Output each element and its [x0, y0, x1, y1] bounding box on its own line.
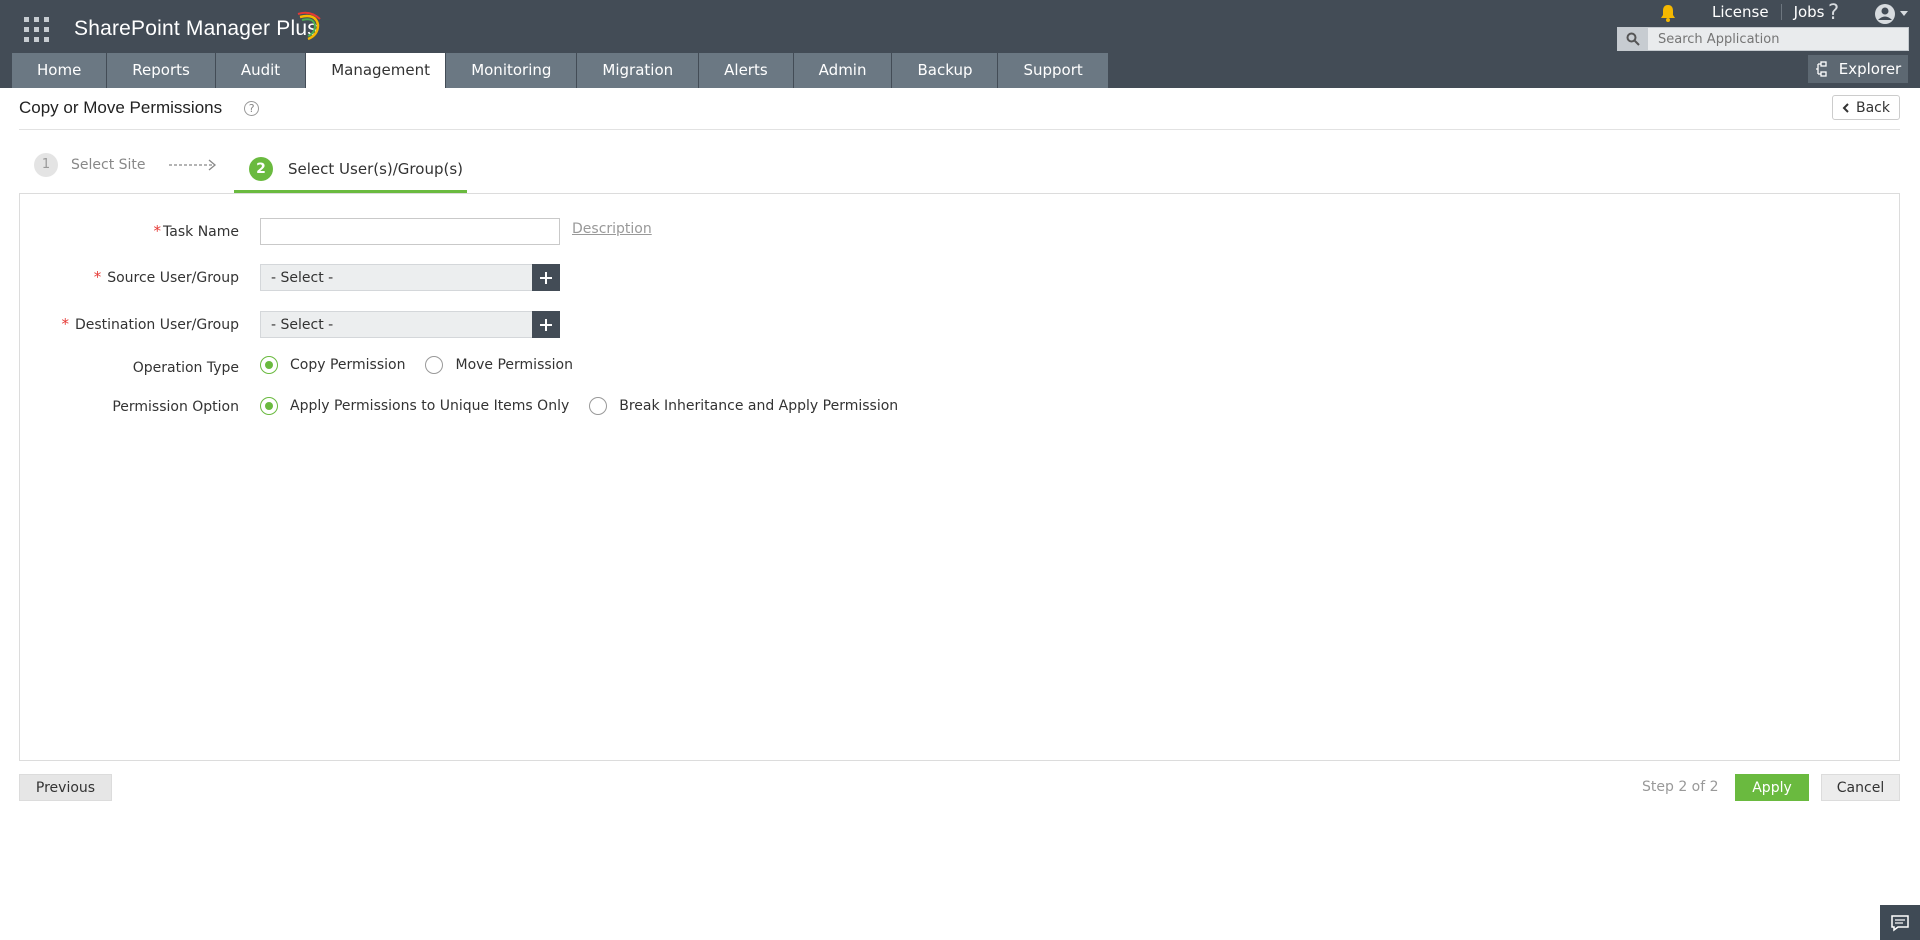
tab-monitoring[interactable]: Monitoring [446, 53, 577, 88]
source-label: * Source User/Group [93, 268, 239, 286]
apply-unique-radio[interactable]: Apply Permissions to Unique Items Only [260, 397, 569, 415]
header-divider [19, 129, 1900, 130]
add-source-button[interactable] [532, 264, 560, 291]
move-permission-radio[interactable]: Move Permission [425, 356, 573, 374]
help-icon[interactable]: ? [1828, 0, 1839, 24]
back-button[interactable]: Back [1832, 95, 1900, 120]
explorer-label: Explorer [1838, 60, 1902, 78]
chat-icon[interactable] [1880, 905, 1920, 940]
search-input[interactable] [1648, 28, 1908, 50]
add-destination-button[interactable] [532, 311, 560, 338]
radio-indicator[interactable] [589, 397, 608, 415]
step-number: 1 [34, 153, 58, 177]
top-header: SharePoint Manager Plus License Jobs ? H… [0, 0, 1920, 88]
permission-option-label: Permission Option [112, 399, 239, 415]
step-number: 2 [249, 157, 273, 181]
description-link[interactable]: Description [572, 221, 652, 237]
step-info: Step 2 of 2 [1642, 779, 1719, 795]
plus-icon [540, 318, 552, 331]
copy-permission-radio[interactable]: Copy Permission [260, 356, 405, 374]
task-name-input[interactable] [260, 218, 560, 245]
explorer-button[interactable]: Explorer [1808, 55, 1908, 83]
task-name-label: * Task Name [153, 222, 239, 240]
required-mark: * [61, 315, 69, 333]
license-link[interactable]: License [1700, 4, 1782, 20]
tab-backup[interactable]: Backup [892, 53, 998, 88]
step-arrow-icon [169, 159, 217, 171]
main-nav: Home Reports Audit Management Monitoring… [12, 53, 1109, 88]
step-select-users[interactable]: 2 Select User(s)/Group(s) [234, 148, 467, 193]
page-title: Copy or Move Permissions [19, 98, 223, 117]
page-help-icon[interactable]: ? [244, 100, 260, 116]
brand-swirl-icon [297, 11, 321, 41]
tab-alerts[interactable]: Alerts [699, 53, 793, 88]
back-label: Back [1856, 99, 1890, 116]
required-mark: * [153, 222, 162, 240]
app-brand[interactable]: SharePoint Manager Plus [74, 17, 318, 41]
cancel-button[interactable]: Cancel [1821, 774, 1900, 801]
radio-indicator[interactable] [425, 356, 444, 374]
page-header: Copy or Move Permissions ? [19, 93, 260, 123]
tab-reports[interactable]: Reports [107, 53, 215, 88]
previous-button[interactable]: Previous [19, 774, 112, 801]
step-label: Select Site [71, 157, 146, 173]
user-avatar-icon[interactable] [1872, 2, 1910, 26]
tab-admin[interactable]: Admin [793, 53, 892, 88]
search-icon[interactable] [1618, 28, 1648, 50]
search-box [1617, 27, 1909, 51]
destination-select[interactable]: - Select - [260, 311, 560, 338]
back-chevron-icon [1842, 102, 1849, 113]
plus-icon [540, 271, 552, 284]
tab-support[interactable]: Support [998, 53, 1108, 88]
step-select-site[interactable]: 1 Select Site [34, 153, 146, 177]
operation-type-group: Copy Permission Move Permission [260, 356, 593, 374]
required-mark: * [93, 268, 102, 286]
wizard-steps: 1 Select Site 2 Select User(s)/Group(s) [19, 148, 489, 193]
top-links: License Jobs [1700, 2, 1837, 22]
source-select-value: - Select - [271, 269, 334, 286]
tab-audit[interactable]: Audit [215, 53, 306, 88]
form-panel: * Task Name Description * Source User/Grou… [19, 193, 1900, 761]
permission-option-group: Apply Permissions to Unique Items Only B… [260, 397, 918, 415]
destination-select-value: - Select - [271, 316, 334, 333]
apps-grid-icon[interactable] [24, 17, 49, 42]
apply-button[interactable]: Apply [1735, 774, 1809, 801]
source-select[interactable]: - Select - [260, 264, 560, 291]
tab-home[interactable]: Home [12, 53, 107, 88]
step-label: Select User(s)/Group(s) [288, 160, 463, 178]
bell-icon[interactable] [1658, 3, 1678, 23]
destination-label: * Destination User/Group [61, 315, 239, 333]
tab-management[interactable]: Management [306, 53, 446, 88]
radio-indicator[interactable] [260, 397, 278, 415]
tab-migration[interactable]: Migration [577, 53, 699, 88]
radio-indicator[interactable] [260, 356, 278, 374]
operation-type-label: Operation Type [132, 360, 239, 376]
explorer-icon [1815, 61, 1827, 77]
break-inheritance-radio[interactable]: Break Inheritance and Apply Permission [589, 397, 898, 415]
